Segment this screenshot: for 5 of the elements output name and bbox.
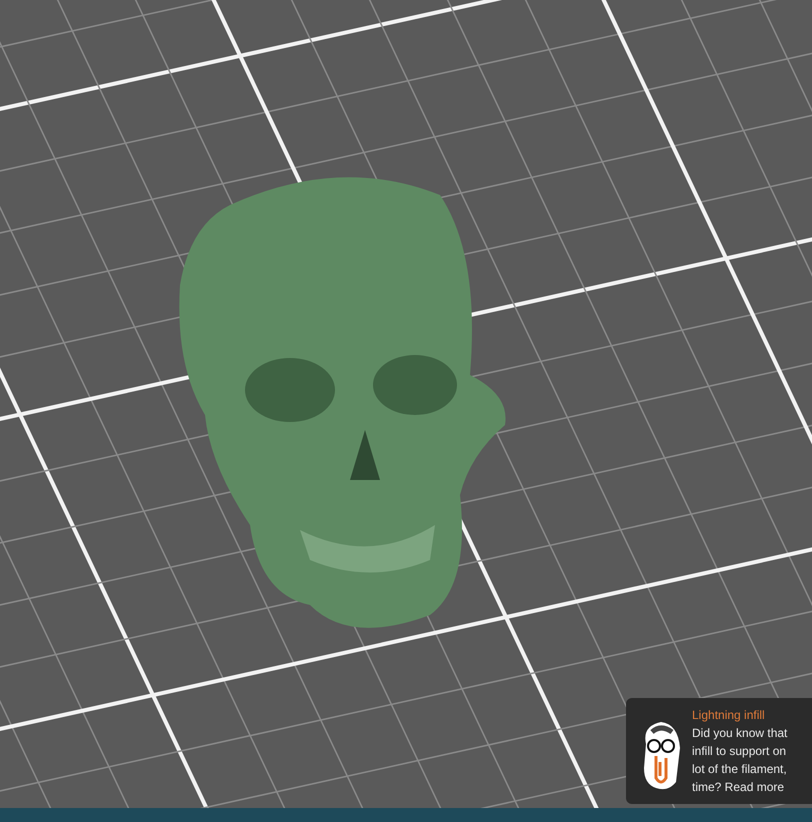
tip-text-line: time? Read more [692, 779, 786, 796]
tip-text-line: Did you know that [692, 725, 788, 742]
tip-text-line: lot of the filament, [692, 761, 788, 778]
tip-title: Lightning infill [692, 707, 766, 724]
tip-text-line: infill to support on [692, 743, 788, 760]
